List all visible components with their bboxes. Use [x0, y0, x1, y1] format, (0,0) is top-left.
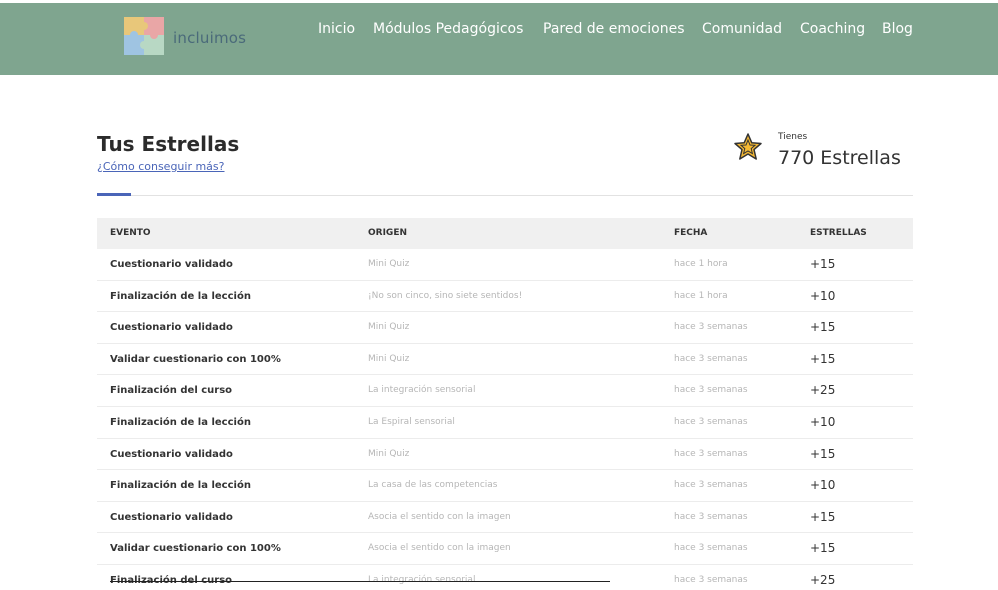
stars-cell: +15	[810, 320, 836, 335]
table-row: Finalización de la lección La casa de las…	[97, 470, 913, 502]
stars-cell: +15	[810, 351, 836, 366]
table-row: Finalización del curso La integración sen…	[97, 565, 913, 590]
event-cell: Cuestionario validado	[110, 511, 233, 523]
table-row: Validar cuestionario con 100% Asocia el s…	[97, 533, 913, 565]
date-cell: hace 3 semanas	[674, 543, 748, 554]
origin-cell: La Espiral sensorial	[368, 416, 455, 427]
nav-item-pared-emociones[interactable]: Pared de emociones	[543, 21, 685, 37]
how-to-earn-link[interactable]: ¿Cómo conseguir más?	[97, 160, 225, 173]
stars-cell: +10	[810, 478, 836, 493]
date-cell: hace 3 semanas	[674, 322, 748, 333]
event-cell: Finalización del curso	[110, 385, 233, 397]
event-cell: Finalización de la lección	[110, 480, 251, 492]
origin-cell: La integración sensorial	[368, 574, 476, 585]
origin-cell: Asocia el sentido con la imagen	[368, 543, 511, 554]
event-cell: Validar cuestionario con 100%	[110, 543, 281, 555]
date-cell: hace 3 semanas	[674, 448, 748, 459]
origin-cell: Mini Quiz	[368, 259, 410, 269]
header-origen: ORIGEN	[368, 228, 407, 238]
stars-cell: +15	[810, 541, 836, 556]
header-evento: EVENTO	[110, 228, 151, 238]
origin-cell: Mini Quiz	[368, 322, 410, 333]
scroll-line	[110, 581, 610, 582]
table-header: EVENTO ORIGEN FECHA ESTRELLAS	[97, 218, 913, 249]
event-cell: Cuestionario validado	[110, 322, 233, 334]
top-navigation-bar: incluimos Inicio Módulos Pedagógicos Par…	[0, 3, 998, 75]
date-cell: hace 3 semanas	[674, 416, 748, 427]
stars-total: 770 Estrellas	[778, 147, 901, 169]
date-cell: hace 3 semanas	[674, 353, 748, 364]
table-row: Finalización de la lección ¡No son cinco,…	[97, 281, 913, 313]
event-cell: Validar cuestionario con 100%	[110, 353, 281, 365]
stars-cell: +15	[810, 446, 836, 461]
event-cell: Cuestionario validado	[110, 259, 233, 270]
date-cell: hace 3 semanas	[674, 574, 748, 585]
nav-item-blog[interactable]: Blog	[882, 21, 913, 37]
stars-cell: +10	[810, 414, 836, 429]
nav-item-modulos[interactable]: Módulos Pedagógicos	[373, 21, 523, 37]
stars-table: EVENTO ORIGEN FECHA ESTRELLAS Cuestionar…	[97, 218, 913, 590]
event-cell: Finalización del curso	[110, 565, 350, 590]
event-cell: Cuestionario validado	[110, 448, 233, 460]
origin-cell: La integración sensorial	[368, 385, 476, 396]
header-fecha: FECHA	[674, 228, 708, 238]
table-row: Validar cuestionario con 100% Mini Quiz ha…	[97, 344, 913, 376]
nav-item-comunidad[interactable]: Comunidad	[702, 21, 782, 37]
table-row: Finalización del curso La integración sen…	[97, 375, 913, 407]
stars-summary: Tienes 770 Estrellas	[733, 130, 903, 180]
table-row: Cuestionario validado Mini Quiz hace 1 hor…	[97, 249, 913, 281]
section-divider	[97, 195, 913, 196]
active-tab-indicator	[97, 193, 131, 196]
origin-cell: Mini Quiz	[368, 353, 410, 364]
star-icon	[734, 133, 762, 160]
table-row: Cuestionario validado Mini Quiz hace 3 sem…	[97, 312, 913, 344]
table-body: Cuestionario validado Mini Quiz hace 1 hor…	[97, 249, 913, 590]
page-title: Tus Estrellas	[97, 132, 240, 156]
origin-cell: ¡No son cinco, sino siete sentidos!	[368, 290, 523, 301]
origin-cell: Asocia el sentido con la imagen	[368, 511, 511, 522]
date-cell: hace 3 semanas	[674, 480, 748, 491]
stars-cell: +25	[810, 383, 836, 398]
header-estrellas: ESTRELLAS	[810, 228, 867, 238]
origin-cell: La casa de las competencias	[368, 480, 498, 491]
tienes-label: Tienes	[778, 132, 808, 142]
stars-cell: +25	[810, 572, 836, 587]
date-cell: hace 1 hora	[674, 290, 728, 301]
event-cell: Finalización de la lección	[110, 416, 251, 428]
table-row: Cuestionario validado Asocia el sentido c…	[97, 502, 913, 534]
date-cell: hace 3 semanas	[674, 385, 748, 396]
nav-item-coaching[interactable]: Coaching	[800, 21, 865, 37]
stars-cell: +10	[810, 288, 836, 303]
origin-cell: Mini Quiz	[368, 448, 410, 459]
table-row: Cuestionario validado Mini Quiz hace 3 sem…	[97, 439, 913, 471]
stars-cell: +15	[810, 257, 836, 271]
date-cell: hace 1 hora	[674, 259, 728, 269]
event-cell: Finalización de la lección	[110, 290, 251, 302]
stars-cell: +15	[810, 509, 836, 524]
table-row: Finalización de la lección La Espiral sen…	[97, 407, 913, 439]
date-cell: hace 3 semanas	[674, 511, 748, 522]
nav-item-inicio[interactable]: Inicio	[318, 21, 355, 37]
main-nav: Inicio Módulos Pedagógicos Pared de emoc…	[0, 21, 998, 45]
